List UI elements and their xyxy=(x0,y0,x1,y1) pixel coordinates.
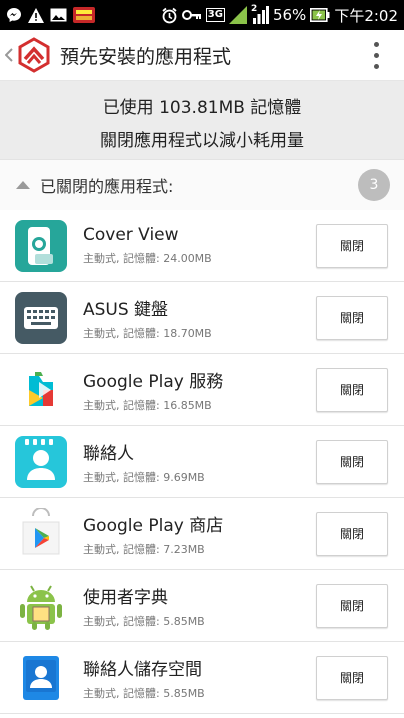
warning-icon xyxy=(28,7,44,23)
close-app-button[interactable]: 關閉 xyxy=(316,655,388,700)
app-memory: 主動式, 記憶體: 9.69MB xyxy=(83,470,205,484)
app-memory: 主動式, 記憶體: 5.85MB xyxy=(83,686,205,700)
clock: 下午2:02 xyxy=(334,6,398,25)
app-name: 聯絡人儲存空間 xyxy=(83,659,202,680)
app-name: 聯絡人 xyxy=(83,443,134,464)
closed-apps-section-header[interactable]: 已關閉的應用程式: 3 xyxy=(0,159,404,211)
status-bar: 3G 2 56% 下午2:02 xyxy=(0,0,404,30)
network-type-badge: 3G xyxy=(205,8,225,22)
app-memory: 主動式, 記憶體: 7.23MB xyxy=(83,542,205,556)
android-dictionary-icon xyxy=(15,580,67,632)
close-app-button[interactable]: 關閉 xyxy=(316,223,388,268)
contacts-storage-icon xyxy=(15,652,67,704)
list-item: Google Play 服務 主動式, 記憶體: 16.85MB 關閉 xyxy=(0,354,404,426)
app-memory: 主動式, 記憶體: 5.85MB xyxy=(83,614,205,628)
sim2-signal-icon: 2 xyxy=(250,4,269,24)
gallery-icon xyxy=(50,8,67,22)
cover-view-icon xyxy=(15,219,67,272)
list-item: Cover View 主動式, 記憶體: 24.00MB 關閉 xyxy=(0,210,404,282)
key-icon xyxy=(181,9,202,21)
store-badge-icon xyxy=(73,7,95,23)
play-store-icon xyxy=(15,507,67,560)
list-item: 使用者字典 主動式, 記憶體: 5.85MB 關閉 xyxy=(0,570,404,642)
overflow-menu-icon[interactable] xyxy=(356,35,396,75)
list-item: ASUS 鍵盤 主動式, 記憶體: 18.70MB 關閉 xyxy=(0,282,404,354)
battery-percent: 56% xyxy=(272,6,307,24)
play-services-icon xyxy=(15,364,67,416)
app-bar: 預先安裝的應用程式 xyxy=(0,30,404,81)
app-name: Cover View xyxy=(83,225,179,245)
close-app-button[interactable]: 關閉 xyxy=(316,367,388,412)
app-name: ASUS 鍵盤 xyxy=(83,299,169,320)
memory-summary: 已使用 103.81MB 記憶體 關閉應用程式以減小耗用量 xyxy=(0,81,404,159)
close-app-button[interactable]: 關閉 xyxy=(316,439,388,484)
app-logo-icon xyxy=(16,37,52,73)
page-title: 預先安裝的應用程式 xyxy=(60,45,232,68)
signal-icon xyxy=(228,6,247,24)
collapse-triangle-icon[interactable] xyxy=(16,181,30,189)
app-memory: 主動式, 記憶體: 18.70MB xyxy=(83,326,212,340)
app-name: Google Play 服務 xyxy=(83,371,224,392)
list-item: 聯絡人 主動式, 記憶體: 9.69MB 關閉 xyxy=(0,426,404,498)
app-memory: 主動式, 記憶體: 16.85MB xyxy=(83,398,212,412)
app-memory: 主動式, 記憶體: 24.00MB xyxy=(83,252,212,265)
list-item: Google Play 商店 主動式, 記憶體: 7.23MB 關閉 xyxy=(0,498,404,570)
sim-label: 2 xyxy=(250,4,258,14)
close-app-button[interactable]: 關閉 xyxy=(316,583,388,628)
list-item: 聯絡人儲存空間 主動式, 記憶體: 5.85MB 關閉 xyxy=(0,642,404,714)
messenger-icon xyxy=(6,7,22,23)
close-app-button[interactable]: 關閉 xyxy=(316,295,388,340)
count-badge: 3 xyxy=(358,169,390,201)
app-name: 使用者字典 xyxy=(83,587,168,608)
app-list: Cover View 主動式, 記憶體: 24.00MB 關閉 ASUS 鍵盤 … xyxy=(0,210,404,714)
contacts-icon xyxy=(15,435,67,488)
keyboard-icon xyxy=(15,291,67,344)
memory-used-text: 已使用 103.81MB 記憶體 xyxy=(102,98,302,118)
battery-charging-icon xyxy=(310,8,330,22)
section-title: 已關閉的應用程式: xyxy=(40,177,174,196)
back-chevron-icon[interactable] xyxy=(2,48,16,62)
close-app-button[interactable]: 關閉 xyxy=(316,511,388,556)
memory-hint-text: 關閉應用程式以減小耗用量 xyxy=(100,131,304,151)
alarm-icon xyxy=(161,7,178,24)
app-name: Google Play 商店 xyxy=(83,515,224,536)
